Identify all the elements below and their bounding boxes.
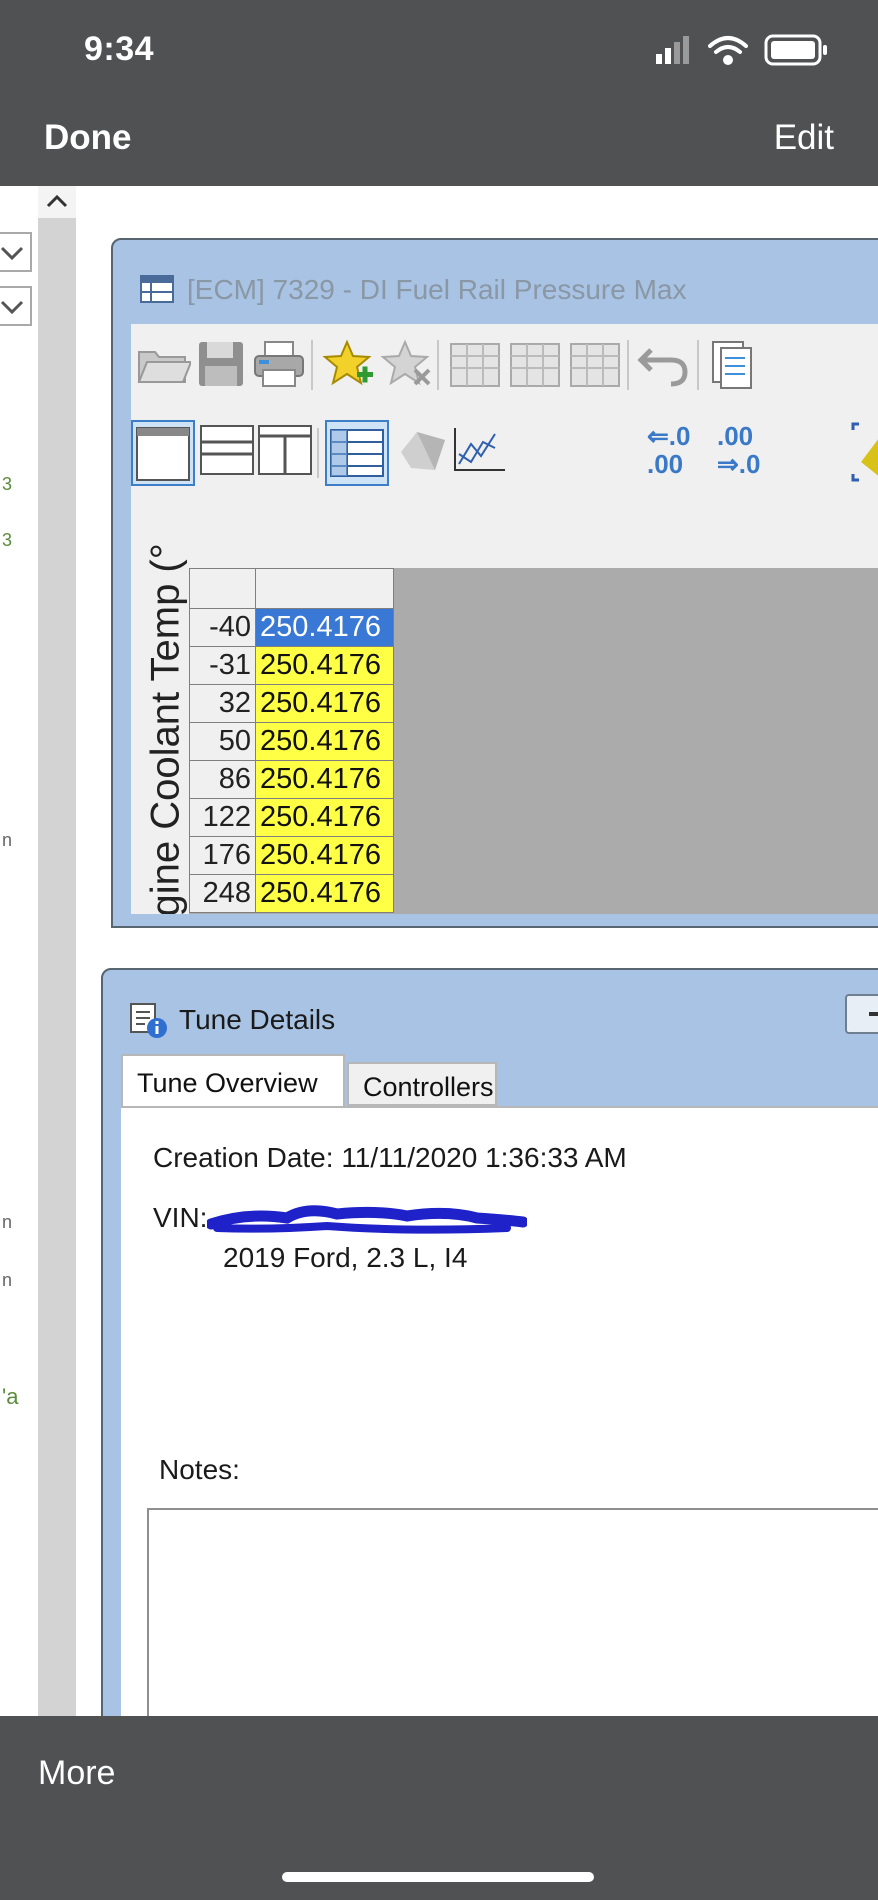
round-label: ⇐.0 <box>647 421 691 451</box>
redaction-scribble <box>207 1205 527 1234</box>
table-copy-icon[interactable] <box>447 338 503 390</box>
value-cell[interactable]: 250.4176 <box>255 646 394 685</box>
table-grid: -40 250.4176 -31 250.4176 32 250.4176 50 250… <box>189 568 394 913</box>
open-folder-icon[interactable] <box>135 338 191 390</box>
row-header: 86 <box>189 760 256 799</box>
notes-textarea[interactable] <box>147 1508 878 1716</box>
scroll-up-button[interactable] <box>38 186 76 218</box>
save-icon[interactable] <box>193 338 249 390</box>
print-icon[interactable] <box>251 338 307 390</box>
battery-icon <box>764 34 827 66</box>
left-pane-mark: n <box>2 1270 13 1290</box>
table-window: [ECM] 7329 - DI Fuel Rail Pressure Max ⇐… <box>111 238 878 928</box>
value-cell[interactable]: 250.4176 <box>255 684 394 723</box>
wifi-icon <box>708 36 748 65</box>
table-window-icon <box>140 275 174 303</box>
tab-controllers[interactable]: Controllers <box>347 1062 497 1106</box>
row-header: 32 <box>189 684 256 723</box>
tune-overview-panel: Creation Date: 11/11/2020 1:36:33 AM VIN… <box>121 1106 878 1716</box>
y-axis-label: gine Coolant Temp (° <box>131 514 189 914</box>
minimize-button[interactable] <box>845 994 878 1034</box>
undo-icon[interactable] <box>637 338 693 390</box>
round-label: ⇒.0 <box>717 449 761 479</box>
table-row: 86 250.4176 <box>189 760 394 799</box>
line-graph-icon[interactable] <box>451 424 507 476</box>
left-pane-mark: n <box>2 1212 13 1232</box>
table-toolbar: ⇐.0 .00 .00 ⇒.0 <box>131 324 878 514</box>
table-row: 32 250.4176 <box>189 684 394 723</box>
row-header: -31 <box>189 646 256 685</box>
dropdown-2[interactable] <box>0 286 32 326</box>
table-row: 248 250.4176 <box>189 874 394 913</box>
top-bar: 9:34 Done Edit <box>0 0 878 186</box>
split-vertical-icon[interactable] <box>257 424 313 476</box>
split-horizontal-icon[interactable] <box>199 424 255 476</box>
table-paste-icon[interactable] <box>507 338 563 390</box>
value-cell[interactable]: 250.4176 <box>255 836 394 875</box>
minimize-icon <box>869 1012 878 1016</box>
chevron-down-icon <box>0 246 24 261</box>
data-grid: -40 250.4176 -31 250.4176 32 250.4176 50 250… <box>189 514 878 914</box>
value-cell[interactable]: 250.4176 <box>255 798 394 837</box>
dropdown-1[interactable] <box>0 232 32 272</box>
corner-cell <box>189 568 256 609</box>
table-row: -31 250.4176 <box>189 646 394 685</box>
column-header <box>255 568 394 609</box>
table-row: 50 250.4176 <box>189 722 394 761</box>
done-button[interactable]: Done <box>44 118 132 158</box>
vin-label: VIN: <box>153 1202 208 1233</box>
left-pane-mark: 3 <box>2 474 13 494</box>
add-favorite-icon[interactable] <box>321 338 377 390</box>
axis-label-text: gine Coolant Temp (° <box>143 543 188 914</box>
value-cell[interactable]: 250.4176 <box>255 608 394 647</box>
decimal-round-controls[interactable]: ⇐.0 .00 .00 ⇒.0 <box>647 422 767 482</box>
color-map-icon[interactable] <box>851 422 878 482</box>
notes-label: Notes: <box>159 1454 240 1485</box>
creation-date: Creation Date: 11/11/2020 1:36:33 AM <box>153 1142 627 1173</box>
status-icons <box>656 34 827 66</box>
single-view-icon[interactable] <box>131 420 195 486</box>
signal-icon <box>656 36 689 64</box>
left-pane-mark: 'a <box>2 1384 19 1409</box>
row-header: -40 <box>189 608 256 647</box>
tab-tune-overview[interactable]: Tune Overview <box>121 1054 345 1108</box>
value-cell[interactable]: 250.4176 <box>255 722 394 761</box>
row-header: 50 <box>189 722 256 761</box>
table-row: 176 250.4176 <box>189 836 394 875</box>
value-cell[interactable]: 250.4176 <box>255 760 394 799</box>
table-window-title: [ECM] 7329 - DI Fuel Rail Pressure Max <box>187 274 687 305</box>
home-indicator[interactable] <box>282 1872 594 1882</box>
surface-3d-icon[interactable] <box>395 424 451 476</box>
document-icon[interactable] <box>707 338 763 390</box>
row-header: 248 <box>189 874 256 913</box>
chevron-down-icon <box>0 300 24 315</box>
left-pane-mark: n <box>2 830 13 850</box>
vehicle-info: 2019 Ford, 2.3 L, I4 <box>223 1242 468 1273</box>
value-cell[interactable]: 250.4176 <box>255 874 394 913</box>
left-pane-mark: 3 <box>2 530 13 550</box>
bottom-bar: More <box>0 1716 878 1900</box>
row-header: 176 <box>189 836 256 875</box>
document-view: 3 3 n n n 'a [ECM] 7329 - DI Fuel Rail P… <box>0 186 878 1716</box>
status-time: 9:34 <box>84 30 155 68</box>
grid-view-icon[interactable] <box>325 420 389 486</box>
tune-details-window: Tune Details Tune Overview Controllers C… <box>101 968 878 1716</box>
left-pane: 3 3 n n n 'a <box>0 186 38 1716</box>
edit-button[interactable]: Edit <box>774 118 834 158</box>
table-compare-icon[interactable] <box>567 338 623 390</box>
remove-favorite-icon[interactable] <box>379 338 435 390</box>
table-row: -40 250.4176 <box>189 608 394 647</box>
round-label: .00 <box>717 421 754 451</box>
info-document-icon <box>130 1003 167 1038</box>
vertical-scrollbar[interactable] <box>38 186 76 1716</box>
tune-details-title: Tune Details <box>179 1004 336 1035</box>
table-row: 122 250.4176 <box>189 798 394 837</box>
more-button[interactable]: More <box>38 1754 115 1793</box>
row-header: 122 <box>189 798 256 837</box>
round-label: .00 <box>647 449 684 479</box>
chevron-up-icon <box>46 194 68 208</box>
